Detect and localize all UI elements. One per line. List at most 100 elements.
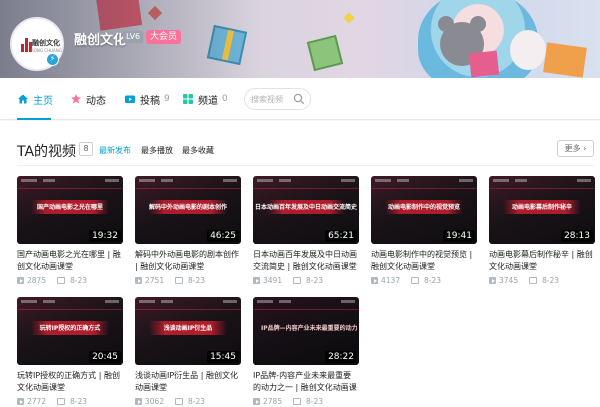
section-title: TA的视频 bbox=[17, 144, 77, 160]
search-input[interactable] bbox=[251, 92, 293, 106]
tab-dynamic-label: 动态 bbox=[86, 95, 106, 107]
play-count-icon bbox=[17, 398, 24, 405]
play-count-icon bbox=[135, 277, 142, 284]
video-card[interactable]: 动画电影制作中的视觉预览 19:41 动画电影制作中的视觉预览 | 融创文化动画… bbox=[371, 176, 477, 288]
tab-channels-label: 频道 bbox=[198, 95, 218, 107]
vip-badge[interactable]: 大会员 bbox=[146, 30, 182, 44]
videos-section: TA的视频 8 最新发布 最多播放 最多收藏 更多 › 国产动画电影之光在哪里 … bbox=[0, 121, 600, 407]
video-thumbnail[interactable]: 动画电影制作中的视觉预览 19:41 bbox=[371, 176, 477, 244]
calendar-icon bbox=[411, 277, 419, 284]
video-thumbnail[interactable]: 玩转IP授权的正确方式 20:45 bbox=[17, 297, 123, 365]
avatar-logo-subtext: RONG CHUANG bbox=[31, 48, 62, 53]
search-box bbox=[244, 88, 311, 110]
calendar-icon bbox=[175, 398, 183, 405]
video-title[interactable]: 动画电影幕后制作秘辛 | 融创文化动画课堂 bbox=[489, 249, 595, 273]
sort-latest[interactable]: 最新发布 bbox=[99, 145, 131, 156]
play-count-icon bbox=[489, 277, 496, 284]
logo-bars-icon bbox=[21, 38, 32, 52]
play-count-icon bbox=[253, 277, 260, 284]
video-card[interactable]: 解码中外动画电影的剧本创作 46:25 解码中外动画电影的剧本创作 | 融创文化… bbox=[135, 176, 241, 288]
video-card[interactable]: 动画电影幕后制作秘辛 28:13 动画电影幕后制作秘辛 | 融创文化动画课堂 3… bbox=[489, 176, 595, 288]
video-duration: 19:41 bbox=[443, 230, 475, 242]
gift-box-decoration bbox=[543, 42, 587, 78]
video-card[interactable]: 浅谈动画IP衍生品 15:45 浅谈动画IP衍生品 | 融创文化动画课堂 306… bbox=[135, 297, 241, 407]
tab-submissions[interactable]: 投稿 9 bbox=[124, 78, 170, 120]
video-meta: 3745 8-23 bbox=[489, 276, 595, 286]
active-tab-indicator bbox=[17, 118, 51, 120]
channel-name[interactable]: 融创文化 bbox=[74, 29, 126, 48]
video-thumbnail[interactable]: 解码中外动画电影的剧本创作 46:25 bbox=[135, 176, 241, 244]
space-page: 融创文化 RONG CHUANG ⚡ 融创文化 LV6 大会员 主页 动态 投稿… bbox=[0, 0, 600, 407]
video-icon bbox=[125, 95, 135, 103]
thumbnail-title: 解码中外动画电影的剧本创作 bbox=[148, 204, 227, 211]
video-duration: 46:25 bbox=[207, 230, 239, 242]
sort-most-played[interactable]: 最多播放 bbox=[141, 145, 173, 156]
video-duration: 20:45 bbox=[89, 351, 121, 363]
home-icon bbox=[18, 94, 28, 104]
section-divider bbox=[17, 165, 594, 166]
thumbnail-title: IP品牌—内容产业未来最重要的动力之一 bbox=[261, 325, 357, 332]
video-card[interactable]: 玩转IP授权的正确方式 20:45 玩转IP授权的正确方式 | 融创文化动画课堂… bbox=[17, 297, 123, 407]
video-duration: 28:13 bbox=[561, 230, 593, 242]
calendar-icon bbox=[57, 277, 65, 284]
video-title[interactable]: 玩转IP授权的正确方式 | 融创文化动画课堂 bbox=[17, 370, 123, 394]
video-duration: 19:32 bbox=[89, 230, 121, 242]
dynamic-icon bbox=[71, 94, 81, 104]
video-meta: 2785 8-23 bbox=[253, 397, 359, 407]
video-title[interactable]: 日本动画百年发展及中日动画交流简史 | 融创文化动画课堂 bbox=[253, 249, 359, 273]
video-thumbnail[interactable]: IP品牌—内容产业未来最重要的动力之一 28:22 bbox=[253, 297, 359, 365]
play-count-icon bbox=[135, 398, 142, 405]
thumbnail-title: 动画电影制作中的视觉预览 bbox=[387, 204, 460, 211]
level-badge: LV6 bbox=[123, 31, 144, 43]
thumbnail-title: 日本动画百年发展及中日动画交流简史 bbox=[254, 204, 357, 211]
verified-icon: ⚡ bbox=[46, 53, 59, 66]
video-card[interactable]: 国产动画电影之光在哪里 19:32 国产动画电影之光在哪里 | 融创文化动画课堂… bbox=[17, 176, 123, 288]
video-card[interactable]: IP品牌—内容产业未来最重要的动力之一 28:22 IP品牌-内容产业未来最重要… bbox=[253, 297, 359, 407]
play-count: 3491 bbox=[263, 276, 283, 285]
tab-home[interactable]: 主页 bbox=[17, 78, 53, 120]
play-count-icon bbox=[253, 398, 260, 405]
video-duration: 15:45 bbox=[207, 351, 239, 363]
video-count-badge: 8 bbox=[79, 142, 93, 156]
bunny-plush-illustration bbox=[510, 30, 546, 70]
play-count-icon bbox=[371, 277, 378, 284]
video-title[interactable]: 动画电影制作中的视觉预览 | 融创文化动画课堂 bbox=[371, 249, 477, 273]
video-title[interactable]: 国产动画电影之光在哪里 | 融创文化动画课堂 bbox=[17, 249, 123, 273]
sort-most-favorited[interactable]: 最多收藏 bbox=[182, 145, 214, 156]
thumbnail-title: 玩转IP授权的正确方式 bbox=[39, 325, 101, 332]
video-thumbnail[interactable]: 日本动画百年发展及中日动画交流简史 65:21 bbox=[253, 176, 359, 244]
channel-icon bbox=[183, 94, 193, 104]
upload-date: 8-23 bbox=[188, 276, 206, 285]
video-thumbnail[interactable]: 浅谈动画IP衍生品 15:45 bbox=[135, 297, 241, 365]
upload-date: 8-23 bbox=[306, 276, 324, 285]
calendar-icon bbox=[57, 398, 65, 405]
search-icon[interactable] bbox=[293, 93, 305, 105]
video-meta: 2772 8-23 bbox=[17, 397, 123, 407]
upload-date: 8-23 bbox=[70, 276, 88, 285]
play-count-icon bbox=[17, 277, 24, 284]
channel-banner: 融创文化 RONG CHUANG ⚡ 融创文化 LV6 大会员 bbox=[0, 0, 600, 78]
gift-box-decoration bbox=[468, 50, 500, 78]
play-count: 3062 bbox=[145, 397, 165, 406]
video-thumbnail[interactable]: 国产动画电影之光在哪里 19:32 bbox=[17, 176, 123, 244]
play-count: 2772 bbox=[27, 397, 47, 406]
upload-date: 8-23 bbox=[70, 397, 88, 406]
video-thumbnail[interactable]: 动画电影幕后制作秘辛 28:13 bbox=[489, 176, 595, 244]
video-meta: 4137 8-23 bbox=[371, 276, 477, 286]
thumbnail-title: 动画电影幕后制作秘辛 bbox=[511, 204, 572, 211]
tab-channels[interactable]: 频道 0 bbox=[182, 78, 228, 120]
play-count: 2751 bbox=[145, 276, 165, 285]
tab-dynamic[interactable]: 动态 bbox=[70, 78, 106, 120]
video-meta: 3062 8-23 bbox=[135, 397, 241, 407]
video-title[interactable]: IP品牌-内容产业未来最重要的动力之一 | 融创文化动画课堂 bbox=[253, 370, 359, 394]
more-button[interactable]: 更多 › bbox=[557, 140, 594, 157]
thumbnail-title: 浅谈动画IP衍生品 bbox=[163, 325, 213, 332]
thumbnail-title: 国产动画电影之光在哪里 bbox=[36, 204, 103, 211]
upload-date: 8-23 bbox=[188, 397, 206, 406]
avatar-logo-text: 融创文化 bbox=[32, 39, 60, 47]
video-card[interactable]: 日本动画百年发展及中日动画交流简史 65:21 日本动画百年发展及中日动画交流简… bbox=[253, 176, 359, 288]
upload-date: 8-23 bbox=[306, 397, 324, 406]
star-decoration bbox=[343, 12, 355, 24]
video-title[interactable]: 解码中外动画电影的剧本创作 | 融创文化动画课堂 bbox=[135, 249, 241, 273]
video-title[interactable]: 浅谈动画IP衍生品 | 融创文化动画课堂 bbox=[135, 370, 241, 394]
